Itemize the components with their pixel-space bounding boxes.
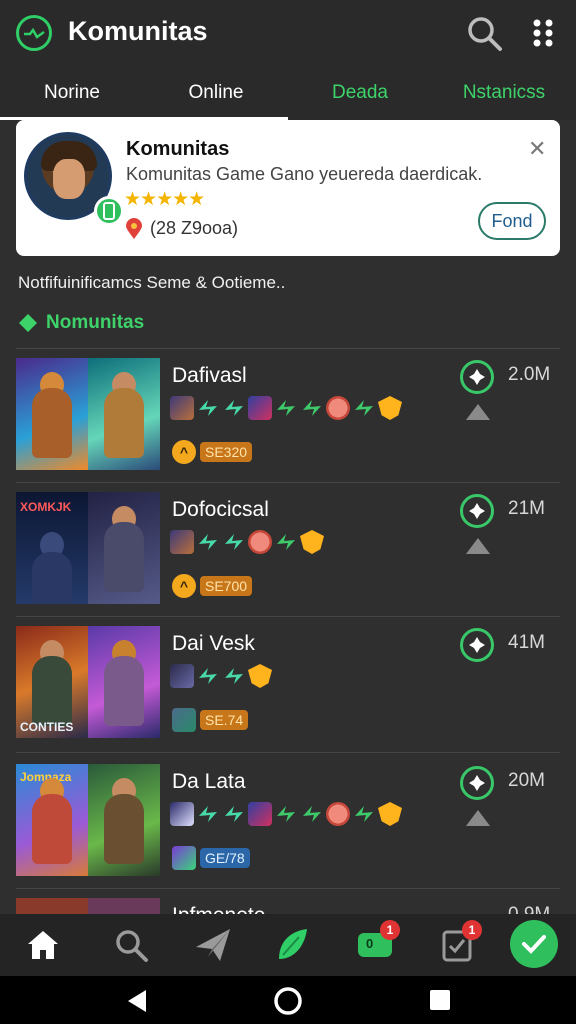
app-bar: Komunitas bbox=[0, 0, 576, 66]
row-title: Ipfmenete bbox=[172, 904, 265, 914]
tasks-icon[interactable]: 1 bbox=[434, 920, 482, 968]
list-item[interactable]: Jomnaza Da Lata GE/78 20M bbox=[0, 764, 576, 884]
reaction-icons bbox=[170, 664, 272, 688]
price-value: SE320 bbox=[200, 442, 253, 462]
back-icon[interactable] bbox=[124, 988, 150, 1014]
list-item[interactable]: Dafivasl ^ SE320 2.0M bbox=[0, 358, 576, 478]
member-count: 0.9M bbox=[508, 904, 550, 914]
chat-count: 0 bbox=[366, 936, 374, 951]
home-icon[interactable] bbox=[20, 922, 66, 968]
game-thumbnails bbox=[16, 898, 160, 914]
featured-subtitle: Komunitas Game Gano yeuereda daerdicak. bbox=[126, 164, 483, 184]
app-title: Komunitas bbox=[68, 16, 208, 46]
game-thumbnails: XOMKJK bbox=[16, 492, 160, 604]
divider bbox=[16, 348, 560, 349]
upvote-icon[interactable] bbox=[466, 538, 490, 554]
chat-badge: 1 bbox=[380, 920, 400, 940]
join-button[interactable] bbox=[460, 766, 494, 800]
game-thumbnails: CONTIES bbox=[16, 626, 160, 738]
member-count: 21M bbox=[508, 498, 545, 519]
tab-norine[interactable]: Norine bbox=[0, 66, 144, 120]
list-item[interactable]: Ipfmenete 0.9M bbox=[0, 898, 576, 914]
join-button[interactable] bbox=[460, 494, 494, 528]
search-icon[interactable] bbox=[464, 13, 504, 53]
more-options-icon[interactable] bbox=[526, 14, 560, 52]
tab-deada[interactable]: Deada bbox=[288, 66, 432, 120]
confirm-check-icon[interactable] bbox=[510, 920, 558, 968]
location-pin-icon bbox=[124, 218, 144, 240]
chat-icon[interactable]: 0 1 bbox=[352, 920, 400, 968]
send-icon[interactable] bbox=[190, 922, 236, 968]
tasks-badge: 1 bbox=[462, 920, 482, 940]
divider bbox=[16, 752, 560, 753]
game-thumbnails bbox=[16, 358, 160, 470]
rating-stars: ★★★★★ bbox=[124, 189, 205, 210]
section-diamond-icon bbox=[19, 314, 37, 332]
game-thumbnails: Jomnaza bbox=[16, 764, 160, 876]
system-navigation-bar bbox=[0, 976, 576, 1024]
divider bbox=[16, 888, 560, 889]
section-label: Nomunitas bbox=[46, 312, 145, 333]
join-button[interactable] bbox=[460, 360, 494, 394]
explore-search-icon[interactable] bbox=[108, 922, 154, 968]
close-icon[interactable]: ✕ bbox=[528, 136, 546, 162]
reaction-icons bbox=[170, 802, 402, 826]
app-logo-icon bbox=[16, 15, 52, 51]
phone-badge-icon bbox=[94, 196, 124, 226]
tab-nstanicss[interactable]: Nstanicss bbox=[432, 66, 576, 120]
row-title: Dofocicsal bbox=[172, 498, 269, 521]
featured-community-card[interactable]: Komunitas Komunitas Game Gano yeuereda d… bbox=[16, 120, 560, 256]
recents-icon[interactable] bbox=[428, 988, 454, 1014]
price-tag: SE.74 bbox=[172, 708, 249, 732]
upvote-icon[interactable] bbox=[466, 810, 490, 826]
featured-member-count: (28 Z9ooa) bbox=[150, 218, 239, 238]
divider bbox=[16, 616, 560, 617]
row-title: Dafivasl bbox=[172, 364, 247, 387]
price-value: SE700 bbox=[200, 576, 253, 596]
notification-text: Notfifuinificamcs Seme & Ootieme.. bbox=[18, 273, 286, 292]
row-title: Da Lata bbox=[172, 770, 246, 793]
tab-bar: Norine Online Deada Nstanicss bbox=[0, 66, 576, 120]
join-button[interactable] bbox=[460, 628, 494, 662]
featured-title: Komunitas bbox=[126, 138, 230, 160]
reaction-icons bbox=[170, 530, 324, 554]
tab-online[interactable]: Online bbox=[144, 66, 288, 120]
member-count: 41M bbox=[508, 632, 545, 653]
upvote-icon[interactable] bbox=[466, 404, 490, 420]
price-value: SE.74 bbox=[200, 710, 249, 730]
row-title: Dai Vesk bbox=[172, 632, 255, 655]
divider bbox=[16, 482, 560, 483]
price-tag: GE/78 bbox=[172, 846, 250, 870]
bottom-navigation: 0 1 1 bbox=[0, 914, 576, 976]
price-tag: ^ SE700 bbox=[172, 574, 253, 598]
coin-icon: ^ bbox=[172, 440, 196, 464]
section-header: Nomunitas bbox=[18, 312, 144, 334]
price-value: GE/78 bbox=[200, 848, 250, 868]
coin-icon: ^ bbox=[172, 574, 196, 598]
reaction-icons bbox=[170, 396, 402, 420]
list-item[interactable]: CONTIES Dai Vesk SE.74 41M bbox=[0, 626, 576, 746]
member-count: 20M bbox=[508, 770, 545, 791]
leaf-icon[interactable] bbox=[270, 922, 316, 968]
member-count: 2.0M bbox=[508, 364, 551, 385]
home-system-icon[interactable] bbox=[273, 986, 303, 1016]
find-button[interactable]: Fond bbox=[478, 202, 546, 240]
list-item[interactable]: XOMKJK Dofocicsal ^ SE700 21M bbox=[0, 492, 576, 612]
price-tag: ^ SE320 bbox=[172, 440, 253, 464]
